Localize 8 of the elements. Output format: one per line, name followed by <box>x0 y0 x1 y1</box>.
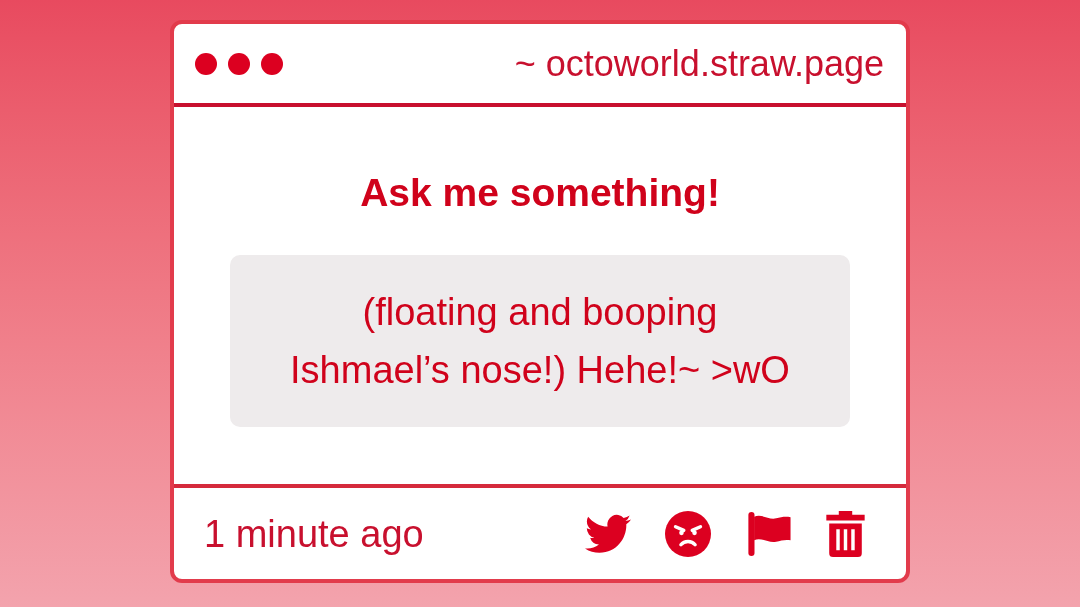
prompt-title: Ask me something! <box>360 170 720 216</box>
address-text: ~ octoworld.straw.page <box>514 41 884 86</box>
angry-face-icon[interactable] <box>665 510 711 557</box>
question-text: (floating and booping Ishmael’s nose!) Hehe!~ >wO <box>289 290 791 393</box>
bird-icon[interactable] <box>585 513 631 554</box>
flag-icon[interactable] <box>745 510 792 557</box>
trash-icon[interactable] <box>826 510 865 557</box>
timestamp: 1 minute ago <box>204 511 424 557</box>
